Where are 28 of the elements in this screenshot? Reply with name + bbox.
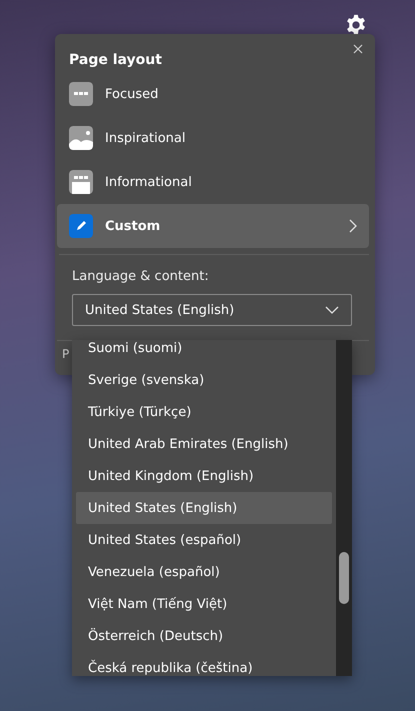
language-option[interactable]: United Kingdom (English) (76, 460, 332, 492)
image-icon (69, 126, 93, 150)
layout-icon (69, 82, 93, 106)
language-option[interactable]: United States (español) (76, 524, 332, 556)
language-option[interactable]: United Arab Emirates (English) (76, 428, 332, 460)
pencil-icon (69, 214, 93, 238)
panel-title: Page layout (69, 52, 163, 68)
language-label: Language & content: (72, 269, 210, 284)
footer-text: P (62, 347, 70, 361)
language-option[interactable]: United States (English) (76, 492, 332, 524)
language-option[interactable]: Sverige (svenska) (76, 364, 332, 396)
close-icon[interactable] (351, 42, 365, 56)
layout-option[interactable]: Informational (57, 160, 369, 204)
layout-option[interactable]: Custom (57, 204, 369, 248)
layout-option[interactable]: Inspirational (57, 116, 369, 160)
language-option[interactable]: Türkiye (Türkçe) (76, 396, 332, 428)
language-option[interactable]: Suomi (suomi) (76, 340, 332, 364)
layout-option[interactable]: Focused (57, 72, 369, 116)
chevron-down-icon (325, 306, 339, 314)
language-option[interactable]: Việt Nam (Tiếng Việt) (76, 588, 332, 620)
scrollbar[interactable] (336, 340, 352, 676)
language-option[interactable]: Venezuela (español) (76, 556, 332, 588)
language-dropdown[interactable]: United States (English) (72, 294, 352, 326)
language-option[interactable]: Österreich (Deutsch) (76, 620, 332, 652)
chevron-right-icon (349, 219, 357, 233)
settings-icon[interactable] (345, 14, 367, 36)
language-option[interactable]: Česká republika (čeština) (76, 652, 332, 676)
layout-icon (69, 170, 93, 194)
